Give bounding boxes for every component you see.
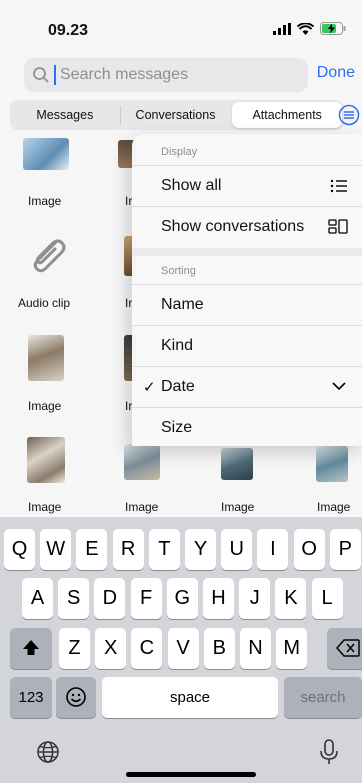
key-r[interactable]: R	[112, 529, 144, 570]
emoji-icon	[66, 687, 86, 707]
menu-item-label: Kind	[161, 337, 194, 354]
status-icons	[273, 22, 346, 35]
key-k[interactable]: K	[275, 578, 307, 619]
search-key[interactable]: search	[284, 677, 362, 718]
paperclip-icon[interactable]	[26, 234, 68, 276]
menu-item-sort-name[interactable]: Name	[132, 285, 362, 325]
key-s[interactable]: S	[58, 578, 90, 619]
key-w[interactable]: W	[40, 529, 72, 570]
segmented-tabs: Messages Conversations Attachments	[10, 100, 344, 130]
key-l[interactable]: L	[311, 578, 343, 619]
key-e[interactable]: E	[76, 529, 108, 570]
backspace-icon	[336, 639, 360, 657]
menu-item-label: Show all	[161, 177, 222, 194]
key-a[interactable]: A	[22, 578, 53, 619]
key-q[interactable]: Q	[4, 529, 35, 570]
key-j[interactable]: J	[239, 578, 271, 619]
key-i[interactable]: I	[257, 529, 289, 570]
battery-charging-icon	[320, 22, 346, 35]
attachment-caption: Image	[28, 194, 62, 208]
key-u[interactable]: U	[221, 529, 253, 570]
menu-item-label: Date	[161, 378, 195, 395]
key-h[interactable]: H	[203, 578, 234, 619]
key-p[interactable]: P	[329, 529, 361, 570]
key-o[interactable]: O	[293, 529, 325, 570]
done-button[interactable]: Done	[317, 64, 355, 82]
attachment-caption: Image	[317, 500, 351, 514]
attachment-caption: Image	[28, 399, 62, 413]
attachment-caption: Audio clip	[18, 296, 71, 310]
key-m[interactable]: M	[276, 628, 308, 669]
key-t[interactable]: T	[148, 529, 180, 570]
key-x[interactable]: X	[95, 628, 127, 669]
attachment-caption: Image	[221, 500, 255, 514]
shift-key[interactable]	[10, 628, 52, 669]
key-f[interactable]: F	[130, 578, 162, 619]
space-key[interactable]: space	[102, 677, 278, 718]
image-thumbnail[interactable]	[124, 444, 160, 480]
menu-item-label: Name	[161, 296, 204, 313]
status-time: 09.23	[48, 22, 89, 39]
menu-item-label: Size	[161, 419, 193, 436]
delete-key[interactable]	[327, 628, 362, 669]
tab-messages[interactable]: Messages	[10, 100, 120, 130]
menu-item-sort-kind[interactable]: Kind	[132, 326, 362, 366]
search-placeholder: Search messages	[60, 66, 189, 83]
menu-item-label: Show conversations	[161, 218, 305, 235]
image-thumbnail[interactable]	[316, 446, 348, 482]
home-indicator	[126, 772, 256, 777]
menu-section-sorting: Sorting	[161, 265, 196, 277]
key-g[interactable]: G	[166, 578, 198, 619]
image-thumbnail[interactable]	[28, 335, 64, 381]
microphone-icon[interactable]	[318, 738, 340, 766]
wifi-icon	[297, 22, 314, 35]
image-thumbnail[interactable]	[27, 437, 65, 483]
text-cursor	[54, 65, 56, 85]
image-thumbnail[interactable]	[221, 448, 253, 480]
key-d[interactable]: D	[94, 578, 126, 619]
shift-icon	[23, 640, 39, 655]
image-thumbnail[interactable]	[23, 138, 69, 170]
key-n[interactable]: N	[240, 628, 271, 669]
search-icon	[33, 67, 49, 83]
grouped-icon	[328, 219, 348, 234]
key-y[interactable]: Y	[185, 529, 216, 570]
menu-section-display: Display	[161, 146, 198, 158]
menu-item-sort-date[interactable]: ✓ Date	[132, 367, 362, 407]
attachment-caption: Image	[125, 500, 159, 514]
key-v[interactable]: V	[167, 628, 199, 669]
search-input[interactable]: Search messages	[24, 58, 308, 92]
numbers-key[interactable]: 123	[10, 677, 52, 718]
tab-conversations[interactable]: Conversations	[121, 100, 231, 130]
attachment-caption: Image	[28, 500, 62, 514]
key-b[interactable]: B	[203, 628, 235, 669]
key-c[interactable]: C	[131, 628, 163, 669]
menu-item-sort-size[interactable]: Size	[132, 408, 362, 446]
menu-item-show-all[interactable]: Show all	[132, 166, 362, 206]
key-z[interactable]: Z	[59, 628, 90, 669]
chevron-down-icon	[332, 382, 346, 391]
menu-section-gap	[132, 248, 362, 256]
checkmark-icon: ✓	[143, 379, 156, 396]
tab-attachments[interactable]: Attachments	[232, 102, 343, 128]
menu-item-show-conversations[interactable]: Show conversations	[132, 207, 362, 247]
emoji-key[interactable]	[56, 677, 96, 718]
globe-icon[interactable]	[36, 740, 60, 764]
filter-menu-icon[interactable]	[338, 104, 360, 126]
signal-icon	[273, 22, 291, 35]
list-icon	[330, 179, 347, 193]
sort-display-menu: Display Show all Show conversations Sort…	[132, 134, 362, 446]
